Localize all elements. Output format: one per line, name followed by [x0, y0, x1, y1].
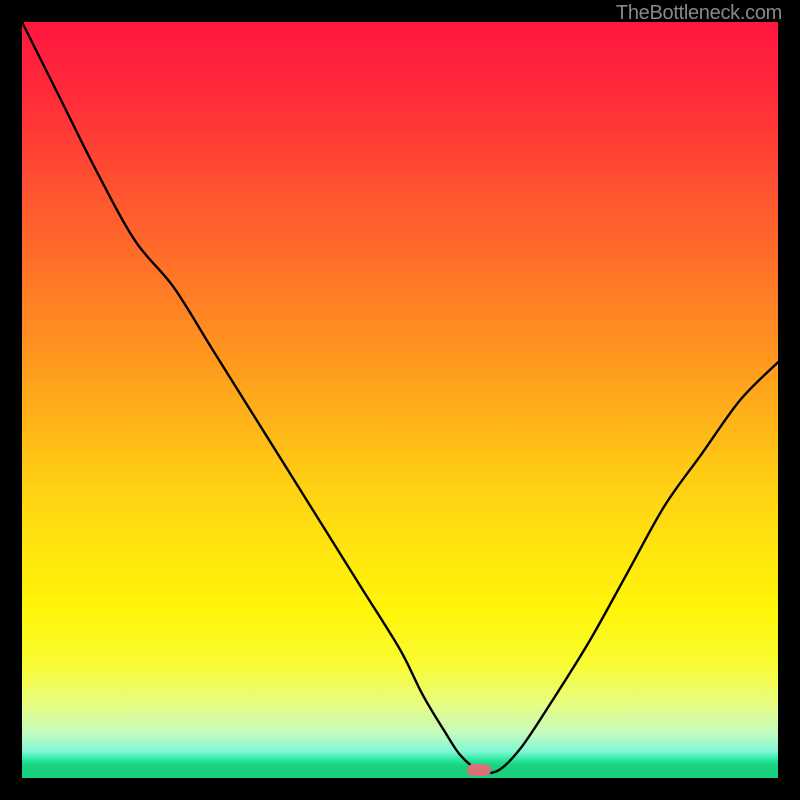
watermark-text: TheBottleneck.com — [616, 2, 782, 25]
plot-area — [22, 22, 778, 778]
curve-svg — [22, 22, 778, 778]
bottleneck-curve — [22, 22, 778, 773]
chart-container: TheBottleneck.com — [0, 0, 800, 800]
optimum-marker — [467, 764, 491, 776]
